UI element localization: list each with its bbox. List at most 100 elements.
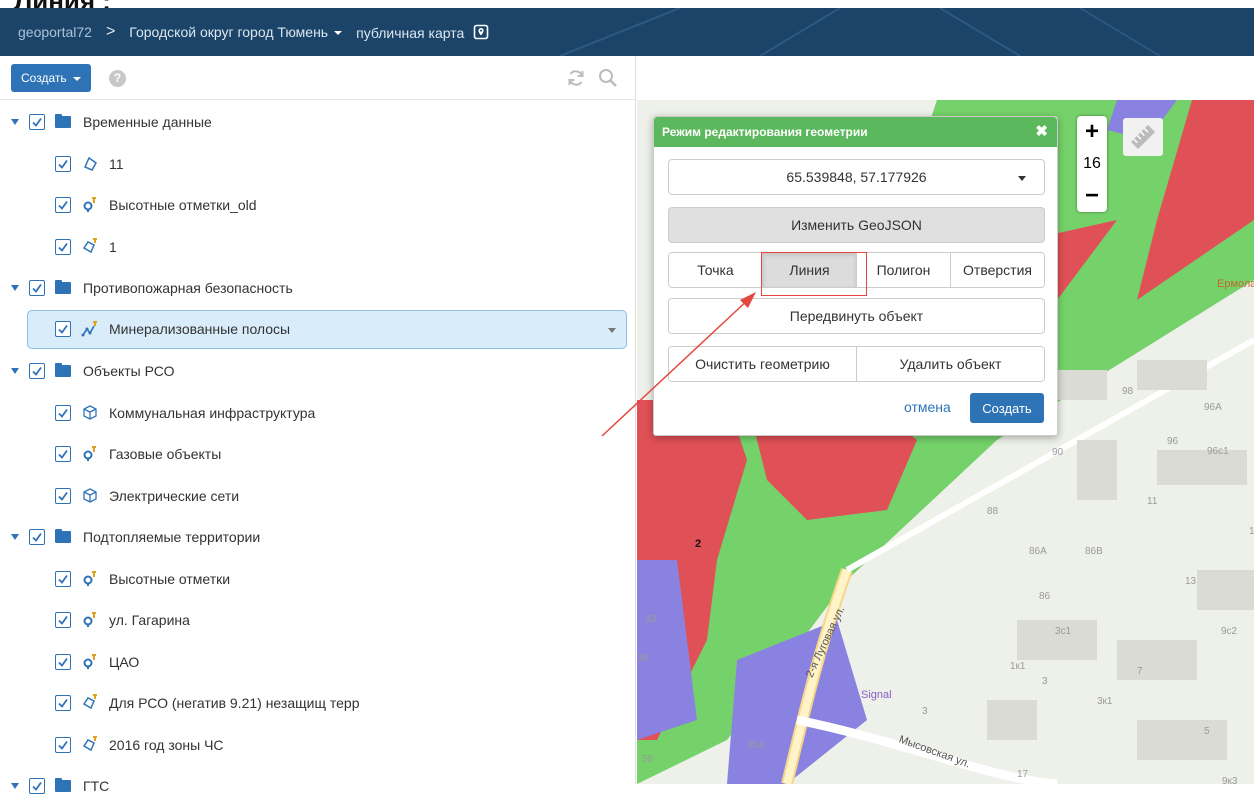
house-number-label: 96 [1167,436,1179,447]
tree-row-label: Временные данные [83,114,212,130]
tree-row-label: ЦАО [109,653,140,670]
tree-layer-row[interactable]: 2016 год зоны ЧС [0,725,636,765]
zoom-in-button[interactable]: + [1077,116,1107,148]
expand-arrow-icon[interactable] [11,285,19,291]
coordinates-select[interactable]: 65.539848, 57.177926 [668,159,1045,195]
tree-layer-row[interactable]: Газовые объекты [0,434,636,474]
district-dropdown[interactable]: Городской округ город Тюмень [129,24,343,40]
layer-checkbox[interactable] [55,155,71,172]
tree-row-label: Минерализованные полосы [109,321,291,337]
layer-checkbox[interactable] [55,404,71,421]
expand-arrow-icon[interactable] [11,534,19,540]
house-number-label: 58 [642,754,654,765]
district-label: Городской округ город Тюмень [129,24,329,40]
polygon-button[interactable]: Полигон [857,253,951,287]
tree-group-row[interactable]: Подтопляемые территории [0,517,636,557]
polygon-layer-icon [81,155,99,173]
layers-panel: Создать ? Временные данные 11 Высотные отм… [0,56,636,794]
layer-checkbox[interactable] [55,487,71,504]
tree-group-row[interactable]: Объекты РСО [0,351,636,391]
house-number-label: 86А [1029,546,1047,557]
caret-down-icon [1018,176,1026,181]
tree-group-row[interactable]: Противопожарная безопасность [0,268,636,308]
house-number-label: 3с1 [1055,626,1072,637]
multi-layer-icon [81,735,99,754]
tree-layer-row[interactable]: ул. Гагарина [0,600,636,640]
layer-checkbox[interactable] [55,612,71,628]
zone-label: 2 [695,538,702,550]
tree-group-row[interactable]: Временные данные [0,102,636,142]
holes-button[interactable]: Отверстия [951,253,1044,287]
tree-group-row[interactable]: ГТС [0,766,636,806]
close-icon[interactable]: ✖ [1035,117,1048,147]
layer-checkbox[interactable] [55,695,71,711]
caret-down-icon [72,76,81,81]
layer-checkbox[interactable] [29,529,45,545]
tree-layer-row[interactable]: Для РСО (негатив 9.21) незащищ терр [0,683,636,723]
house-number-label: 13 [1185,576,1197,587]
tree-layer-row[interactable]: Минерализованные полосы [27,309,627,349]
house-number-label: 3к1 [1097,696,1113,707]
tree-layer-row[interactable]: Высотные отметки [0,559,636,599]
house-number-label: 88 [987,506,999,517]
folder-icon [55,363,71,377]
dialog-title: Режим редактирования геометрии [662,125,868,139]
create-button[interactable]: Создать [970,393,1044,423]
tree-layer-row[interactable]: ЦАО [0,642,636,682]
zoom-level: 16 [1083,155,1101,172]
top-navbar: geoportal72 > Городской округ город Тюме… [0,8,1254,56]
layer-checkbox[interactable] [29,114,45,130]
layers-toolbar: Создать ? [0,56,635,100]
tree-row-label: Противопожарная безопасность [83,280,293,296]
tree-layer-row[interactable]: 1 [0,227,636,267]
zoom-out-button[interactable]: − [1077,180,1107,212]
tree-row-label: 11 [109,155,124,172]
tree-layer-row[interactable]: Электрические сети [0,476,636,516]
tree-layer-row[interactable]: 11 [0,144,636,184]
point-layer-icon [81,653,99,671]
tree-row-label: ул. Гагарина [109,612,190,628]
house-number-label: 3 [922,706,928,717]
layer-checkbox[interactable] [55,238,71,255]
layer-checkbox[interactable] [29,280,45,296]
house-number-label: 1- [1249,526,1254,537]
create-dropdown-button[interactable]: Создать [11,64,91,92]
layer-checkbox[interactable] [55,570,71,587]
point-button[interactable]: Точка [669,253,763,287]
portal-link[interactable]: geoportal72 [18,24,92,40]
ruler-button[interactable] [1123,118,1163,156]
tree-row-label: 1 [109,238,117,255]
house-number-label: 1к1 [1010,661,1026,672]
coordinates-value: 65.539848, 57.177926 [786,169,927,185]
layer-checkbox[interactable] [55,736,71,753]
layer-checkbox[interactable] [55,197,71,213]
house-number-label: 98 [1122,386,1134,397]
map-name[interactable]: публичная карта [356,24,489,41]
edit-geojson-button[interactable]: Изменить GeoJSON [668,207,1045,243]
house-number-label: 43 [645,614,657,625]
delete-object-button[interactable]: Удалить объект [857,347,1044,381]
refresh-icon[interactable] [566,68,586,88]
help-icon[interactable]: ? [109,70,126,87]
house-number-label: 3 [1042,676,1048,687]
house-number-label: 96А [1204,402,1222,413]
layer-checkbox[interactable] [29,363,45,379]
poi-label: Ермолаев [1217,278,1254,290]
dialog-header: Режим редактирования геометрии ✖ [654,117,1057,147]
tree-layer-row[interactable]: Высотные отметки_old [0,185,636,225]
annotation-arrow [601,292,756,437]
highlight-box [761,252,867,296]
layer-checkbox[interactable] [55,321,71,337]
expand-arrow-icon[interactable] [11,368,19,374]
cancel-link[interactable]: отмена [904,399,951,415]
house-number-label: 86В [1085,546,1103,557]
house-number-label: 96с1 [1207,446,1229,457]
layer-checkbox[interactable] [55,653,71,670]
layer-checkbox[interactable] [55,446,71,462]
search-icon[interactable] [598,68,618,88]
expand-arrow-icon[interactable] [11,119,19,125]
house-number-label: 9с2 [1221,626,1238,637]
folder-icon [55,778,71,792]
tree-layer-row[interactable]: Коммунальная инфраструктура [0,393,636,433]
layer-checkbox[interactable] [29,778,45,794]
